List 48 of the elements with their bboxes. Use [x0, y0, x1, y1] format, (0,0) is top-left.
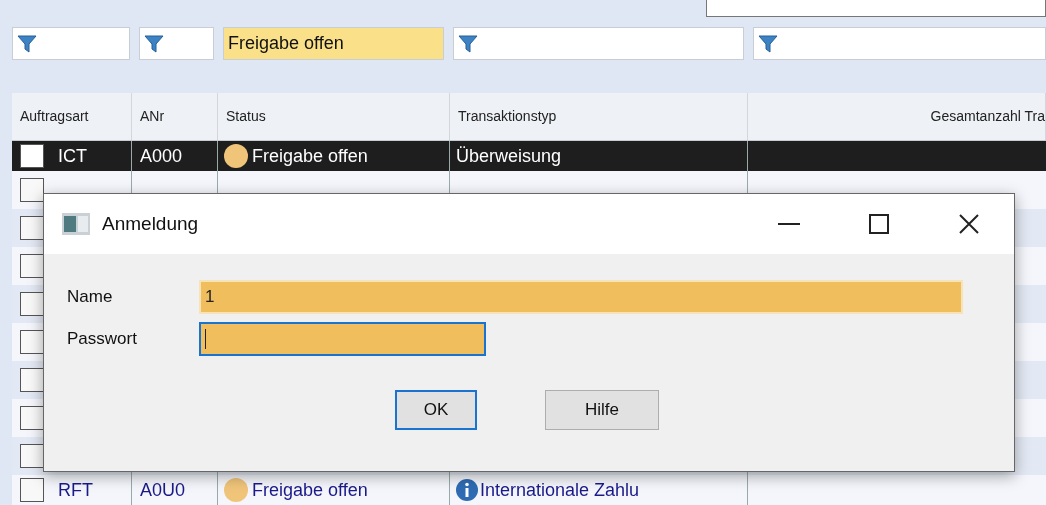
- input-field[interactable]: 1: [199, 280, 963, 314]
- checkbox[interactable]: [20, 144, 44, 168]
- minimize-icon: [778, 223, 800, 225]
- window-title: Anmeldung: [102, 211, 199, 236]
- table-cell-text: Freigabe offen: [252, 478, 368, 502]
- input-field[interactable]: [199, 322, 486, 356]
- filter-icon: [17, 33, 37, 54]
- table-cell-text: Freigabe offen: [252, 144, 368, 168]
- checkbox[interactable]: [20, 406, 44, 430]
- filter-field[interactable]: Freigabe offen: [223, 27, 444, 60]
- table-cell-text: RFT: [58, 478, 93, 502]
- column-header[interactable]: Transaktionstyp: [458, 106, 557, 127]
- input-field[interactable]: [706, 0, 1046, 17]
- column-header[interactable]: ANr: [140, 106, 165, 127]
- filter-icon: [758, 33, 778, 54]
- checkbox[interactable]: [20, 444, 44, 468]
- table-cell-text: A0U0: [140, 478, 186, 502]
- checkbox[interactable]: [20, 254, 44, 278]
- filter-field[interactable]: [12, 27, 130, 60]
- table-cell-text: Überweisung: [456, 144, 562, 168]
- checkbox[interactable]: [20, 216, 44, 240]
- checkbox[interactable]: [20, 292, 44, 316]
- maximize-icon: [869, 214, 889, 234]
- field-label: Passwort: [67, 328, 138, 351]
- table-cell-text: ICT: [58, 144, 87, 168]
- table-cell-text: Internationale Zahlu: [480, 478, 640, 502]
- field-label: Name: [67, 286, 114, 309]
- dialog-button[interactable]: OK: [395, 390, 477, 430]
- checkbox[interactable]: [20, 330, 44, 354]
- status-dot-icon: [224, 144, 248, 168]
- column-header[interactable]: Auftragsart: [20, 106, 89, 127]
- filter-field[interactable]: [453, 27, 744, 60]
- column-header[interactable]: Status: [226, 106, 266, 127]
- filter-field[interactable]: [139, 27, 214, 60]
- checkbox[interactable]: [20, 368, 44, 392]
- table-row[interactable]: RFT A0U0 Freigabe offen Internationale Zahlu: [12, 475, 1046, 505]
- close-icon: [959, 214, 979, 234]
- checkbox[interactable]: [20, 178, 44, 202]
- filter-icon: [458, 33, 478, 54]
- table-row[interactable]: ICT A000 Freigabe offen Überweisung: [12, 141, 1046, 171]
- filter-field[interactable]: [753, 27, 1046, 60]
- table-cell-text: A000: [140, 144, 183, 168]
- checkbox[interactable]: [20, 478, 44, 502]
- window-icon: [62, 213, 90, 235]
- dialog-button[interactable]: Hilfe: [545, 390, 659, 430]
- status-dot-icon: [224, 478, 248, 502]
- column-header[interactable]: Gesamtanzahl Tra: [930, 106, 1045, 127]
- filter-icon: [144, 33, 164, 54]
